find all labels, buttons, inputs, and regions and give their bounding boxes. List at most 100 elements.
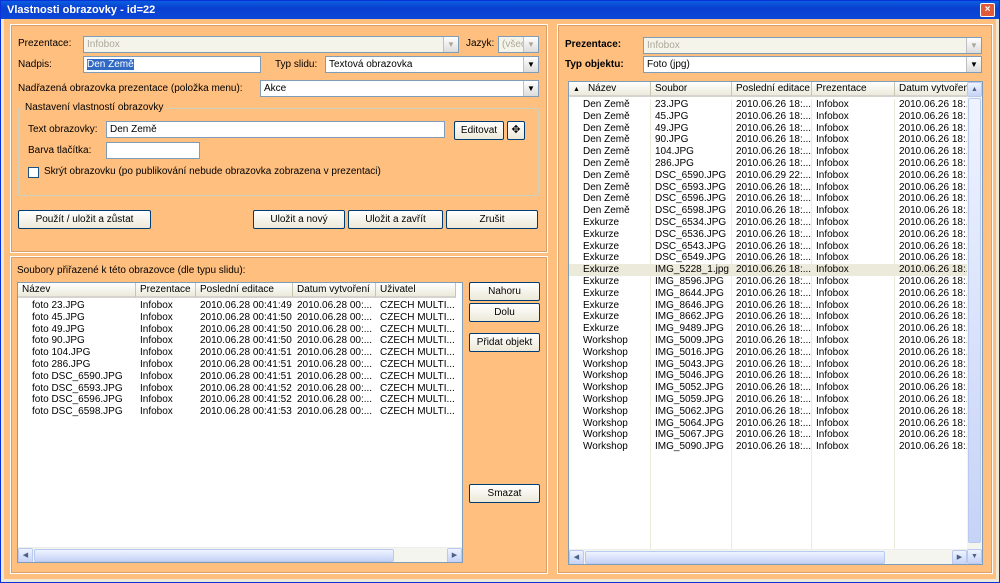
typ-slidu-value: Textová obrazovka bbox=[329, 59, 413, 70]
ulozit-zavrit-button[interactable]: Uložit a zavřít bbox=[348, 210, 443, 229]
table-cell: 2010.06.26 18:... bbox=[895, 193, 977, 206]
column-header[interactable]: Datum vytvoření bbox=[895, 82, 977, 97]
chevron-down-icon[interactable]: ▼ bbox=[523, 81, 538, 96]
scroll-right-icon[interactable]: ▶ bbox=[952, 550, 967, 564]
table-row[interactable]: foto 104.JPG Infobox 2010.06.28 00:41:51 20… bbox=[18, 347, 462, 359]
column-header[interactable]: Datum vytvoření bbox=[293, 283, 376, 298]
table-row[interactable]: Den Země DSC_6596.JPG 2010.06.26 18:... Inf… bbox=[569, 193, 982, 206]
table-cell: CZECH MULTI... bbox=[380, 382, 455, 394]
table-row[interactable]: Den Země 286.JPG 2010.06.26 18:... Infobox 2… bbox=[569, 158, 982, 170]
prezentace-select[interactable]: Infobox ▼ bbox=[83, 36, 459, 53]
chevron-down-icon[interactable]: ▼ bbox=[523, 37, 538, 52]
column-header-label: Datum vytvoření bbox=[297, 284, 370, 295]
table-row[interactable]: Den Země DSC_6598.JPG 2010.06.26 18:... Inf… bbox=[569, 205, 982, 218]
scroll-left-icon[interactable]: ◀ bbox=[569, 550, 584, 564]
table-row[interactable]: Workshop IMG_5059.JPG 2010.06.26 18:... Inf… bbox=[569, 394, 982, 406]
table-row[interactable]: Exkurze IMG_5228_1.jpg 2010.06.26 18:... In… bbox=[569, 264, 982, 277]
table-row[interactable]: foto 45.JPG Infobox 2010.06.28 00:41:50 201… bbox=[18, 312, 462, 324]
table-row[interactable]: Den Země DSC_6593.JPG 2010.06.26 18:... Inf… bbox=[569, 181, 982, 194]
title-bar[interactable]: Vlastnosti obrazovky - id=22 × bbox=[1, 1, 999, 19]
nadpis-input[interactable]: Den Země bbox=[83, 56, 261, 73]
scroll-right-icon[interactable]: ▶ bbox=[447, 548, 462, 562]
typ-objektu-select[interactable]: Foto (jpg) ▼ bbox=[643, 56, 982, 73]
horizontal-scrollbar[interactable]: ◀ ▶ bbox=[569, 549, 967, 564]
barva-input[interactable] bbox=[106, 142, 200, 159]
column-header[interactable]: Prezentace bbox=[136, 283, 196, 298]
zrusit-button[interactable]: Zrušit bbox=[446, 210, 538, 229]
chevron-down-icon[interactable]: ▼ bbox=[523, 57, 538, 72]
table-row[interactable]: Den Země 23.JPG 2010.06.26 18:... Infobox 20… bbox=[569, 99, 982, 111]
column-header[interactable]: Soubor bbox=[651, 82, 732, 97]
table-row[interactable]: Den Země 49.JPG 2010.06.26 18:... Infobox 20… bbox=[569, 122, 982, 135]
chevron-down-icon[interactable]: ▼ bbox=[966, 57, 981, 72]
sort-arrow-icon: ▲ bbox=[573, 86, 580, 93]
table-row[interactable]: Workshop IMG_5090.JPG 2010.06.26 18:... Inf… bbox=[569, 441, 982, 454]
pridat-objekt-button[interactable]: Přidat objekt bbox=[469, 333, 540, 352]
table-cell: Workshop bbox=[569, 429, 651, 442]
jazyk-select[interactable]: (všec) ▼ bbox=[498, 36, 539, 53]
table-row[interactable]: Workshop IMG_5064.JPG 2010.06.26 18:... Inf… bbox=[569, 417, 982, 430]
table-row[interactable]: foto DSC_6590.JPG Infobox 2010.06.28 00:41… bbox=[18, 371, 462, 383]
table-row[interactable]: Den Země 45.JPG 2010.06.26 18:... Infobox 20… bbox=[569, 110, 982, 123]
table-row[interactable]: Exkurze DSC_6534.JPG 2010.06.26 18:... Info… bbox=[569, 217, 982, 229]
table-row[interactable]: Workshop IMG_5016.JPG 2010.06.26 18:... Inf… bbox=[569, 346, 982, 359]
column-header[interactable]: Název bbox=[18, 283, 136, 298]
ulozit-novy-button[interactable]: Uložit a nový bbox=[253, 210, 345, 229]
scroll-thumb[interactable] bbox=[585, 551, 885, 564]
text-obrazovky-input[interactable]: Den Země bbox=[106, 121, 445, 138]
table-row[interactable]: foto DSC_6598.JPG Infobox 2010.06.28 00:41… bbox=[18, 406, 462, 418]
scroll-up-icon[interactable]: ▲ bbox=[967, 82, 982, 97]
right-prezentace-select[interactable]: Infobox ▼ bbox=[643, 37, 982, 54]
table-row[interactable]: Den Země 90.JPG 2010.06.26 18:... Infobox 20… bbox=[569, 134, 982, 147]
table-row[interactable]: foto 23.JPG Infobox 2010.06.28 00:41:49 201… bbox=[18, 300, 462, 312]
table-row[interactable]: Workshop IMG_5067.JPG 2010.06.26 18:... Inf… bbox=[569, 429, 982, 442]
table-row[interactable]: Exkurze DSC_6536.JPG 2010.06.26 18:... Info… bbox=[569, 228, 982, 241]
table-row[interactable]: Workshop IMG_5046.JPG 2010.06.26 18:... Inf… bbox=[569, 370, 982, 383]
editovat-button[interactable]: Editovat bbox=[454, 121, 504, 140]
table-row[interactable]: Den Země 104.JPG 2010.06.26 18:... Infobox 2… bbox=[569, 146, 982, 159]
objects-list[interactable]: ▲ Název Soubor Poslední editace Prezentace Da… bbox=[568, 81, 983, 565]
table-row[interactable]: Exkurze IMG_8596.JPG 2010.06.26 18:... Info… bbox=[569, 276, 982, 288]
table-row[interactable]: Workshop IMG_5062.JPG 2010.06.26 18:... Inf… bbox=[569, 405, 982, 418]
scroll-thumb[interactable] bbox=[34, 549, 394, 562]
dolu-button[interactable]: Dolu bbox=[469, 303, 540, 322]
table-row[interactable]: Workshop IMG_5009.JPG 2010.06.26 18:... Inf… bbox=[569, 335, 982, 347]
table-row[interactable]: foto DSC_6596.JPG Infobox 2010.06.28 00:41… bbox=[18, 394, 462, 406]
scroll-thumb[interactable] bbox=[968, 98, 981, 543]
nadrazena-select[interactable]: Akce ▼ bbox=[260, 80, 539, 97]
column-header[interactable]: Prezentace bbox=[812, 82, 895, 97]
table-row[interactable]: Workshop IMG_5043.JPG 2010.06.26 18:... Inf… bbox=[569, 358, 982, 371]
table-row[interactable]: Den Země DSC_6590.JPG 2010.06.29 22:... Inf… bbox=[569, 169, 982, 182]
scroll-down-icon[interactable]: ▼ bbox=[967, 549, 982, 564]
table-row[interactable]: foto 286.JPG Infobox 2010.06.28 00:41:51 20… bbox=[18, 359, 462, 371]
table-row[interactable]: Workshop IMG_5052.JPG 2010.06.26 18:... Inf… bbox=[569, 382, 982, 395]
column-header[interactable]: Poslední editace bbox=[196, 283, 293, 298]
table-row[interactable]: Exkurze DSC_6543.JPG 2010.06.26 18:... Info… bbox=[569, 240, 982, 253]
move-icon[interactable]: ✥ bbox=[507, 121, 525, 140]
table-row[interactable]: Exkurze DSC_6549.JPG 2010.06.26 18:... Info… bbox=[569, 252, 982, 265]
chevron-down-icon[interactable]: ▼ bbox=[966, 38, 981, 53]
nahoru-button[interactable]: Nahoru bbox=[469, 282, 540, 301]
assigned-files-list[interactable]: Název Prezentace Poslední editace Datum vyt… bbox=[17, 282, 463, 563]
table-cell: Infobox bbox=[812, 217, 895, 229]
skryt-checkbox[interactable] bbox=[28, 167, 39, 178]
smazat-button[interactable]: Smazat bbox=[469, 484, 540, 503]
scroll-left-icon[interactable]: ◀ bbox=[18, 548, 33, 562]
horizontal-scrollbar[interactable]: ◀ ▶ bbox=[18, 547, 462, 562]
table-row[interactable]: foto DSC_6593.JPG Infobox 2010.06.28 00:41… bbox=[18, 383, 462, 395]
pouzit-button[interactable]: Použít / uložit a zůstat bbox=[18, 210, 151, 229]
table-row[interactable]: Exkurze IMG_8662.JPG 2010.06.26 18:... Info… bbox=[569, 311, 982, 324]
column-header[interactable]: Uživatel bbox=[376, 283, 456, 298]
column-header[interactable]: ▲ Název bbox=[569, 82, 651, 97]
chevron-down-icon[interactable]: ▼ bbox=[443, 37, 458, 52]
table-row[interactable]: foto 49.JPG Infobox 2010.06.28 00:41:50 201… bbox=[18, 324, 462, 336]
table-row[interactable]: Exkurze IMG_9489.JPG 2010.06.26 18:... Info… bbox=[569, 323, 982, 336]
table-row[interactable]: Exkurze IMG_8644.JPG 2010.06.26 18:... Info… bbox=[569, 287, 982, 300]
table-row[interactable]: foto 90.JPG Infobox 2010.06.28 00:41:50 201… bbox=[18, 335, 462, 347]
column-header[interactable]: Poslední editace bbox=[732, 82, 812, 97]
typ-slidu-select[interactable]: Textová obrazovka ▼ bbox=[325, 56, 539, 73]
vertical-scrollbar[interactable]: ▲ ▼ bbox=[967, 82, 982, 564]
table-row[interactable]: Exkurze IMG_8646.JPG 2010.06.26 18:... Info… bbox=[569, 299, 982, 312]
close-button[interactable]: × bbox=[980, 3, 995, 17]
nadpis-label: Nadpis: bbox=[18, 59, 52, 70]
